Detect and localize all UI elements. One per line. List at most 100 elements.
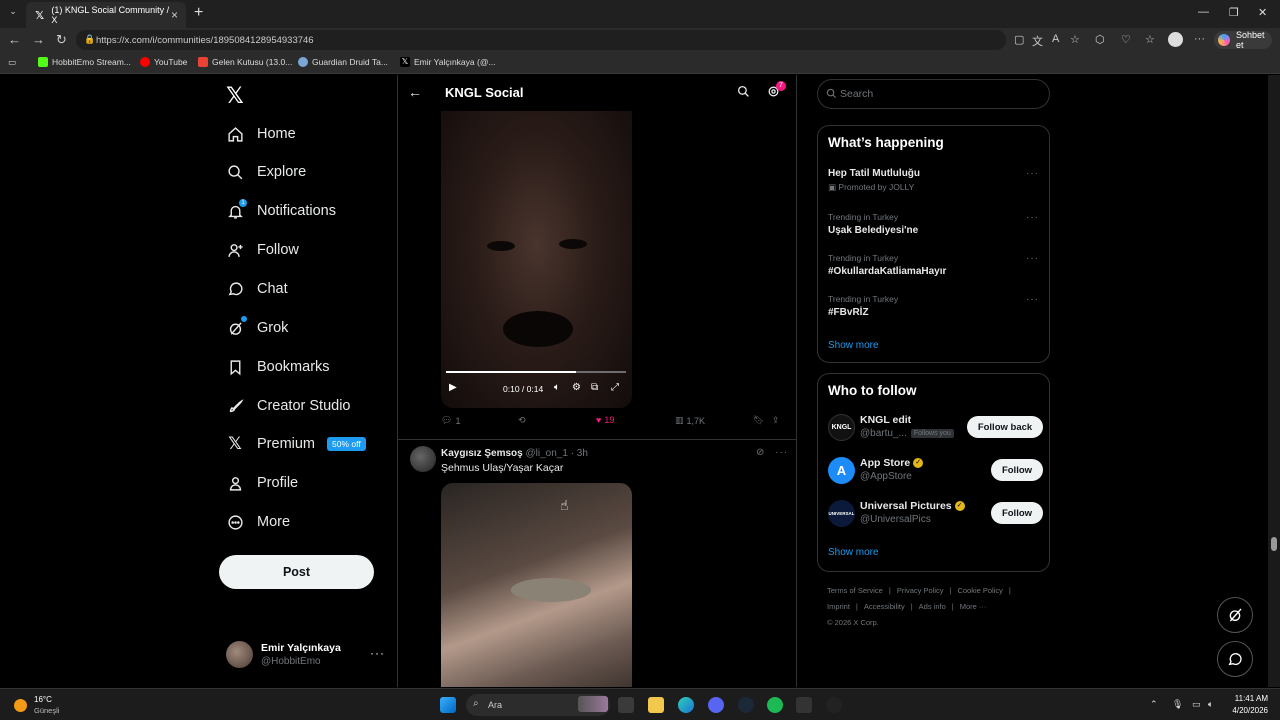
nav-notifications[interactable]: 1 Notifications [226,196,336,226]
video-player[interactable] [441,483,632,687]
bookmark-guardian-druid[interactable]: Guardian Druid Ta... [298,57,388,67]
edge-icon[interactable] [678,697,694,713]
tweet-author-handle[interactable]: @li_on_1 [526,448,568,459]
split-screen-icon[interactable]: ▢ [1014,33,1024,46]
window-close-icon[interactable]: ✕ [1258,6,1267,19]
x-logo-icon[interactable]: 𝕏 [226,83,244,109]
url-input[interactable]: https://x.com/i/communities/189508412895… [76,30,1006,50]
repost-button[interactable]: ⟲ [518,415,526,426]
browser-tab[interactable]: 𝕏 (1) KNGL Social Community / X × [26,2,186,28]
volume-icon[interactable]: 🔈︎ [554,382,560,393]
fullscreen-icon[interactable]: ⤢ [611,382,619,393]
nav-follow[interactable]: Follow [226,235,299,265]
trend-item[interactable]: Trending in Turkey #FBvRİZ ··· [828,294,1043,318]
copilot-button[interactable]: Sohbet et [1214,30,1272,50]
avatar[interactable] [410,446,436,472]
account-more-icon[interactable]: ··· [370,646,385,660]
bookmark-emir-x[interactable]: 𝕏 Emir Yalçınkaya (@... [400,57,496,67]
file-explorer-icon[interactable] [648,697,664,713]
bookmarks-toggle-icon[interactable]: ▭ [8,57,16,68]
refresh-icon[interactable]: ↻ [56,32,67,48]
follow-suggestion[interactable]: KNGL KNGL edit @bartu_... Follows you Fol… [828,413,1043,443]
follow-suggestion[interactable]: UNIVERSAL Universal Pictures ✓ @Universal… [828,499,1043,529]
post-button[interactable]: Post [219,555,374,589]
chat-fab-icon[interactable] [1217,641,1253,677]
video-settings-icon[interactable]: ⚙︎ [572,382,581,393]
reply-button[interactable]: 💬︎ 1 [441,415,460,426]
trend-more-icon[interactable]: ··· [1026,212,1039,223]
follow-suggestion[interactable]: A App Store ✓ @AppStore Follow [828,456,1043,486]
network-icon[interactable]: ▭ [1192,699,1201,710]
new-tab-icon[interactable]: + [194,4,203,22]
back-icon[interactable]: ← [8,32,21,47]
system-clock[interactable]: 11:41 AM 4/20/2026 [1224,693,1268,717]
video-progress-bar[interactable] [446,371,626,373]
bookmark-button[interactable]: 🔖︎ [753,415,764,426]
windows-start-icon[interactable] [440,697,456,713]
read-aloud-icon[interactable]: A [1052,33,1059,45]
tweet-author-name[interactable]: Kaygısız Şemsoş [441,448,523,459]
like-button[interactable]: ♥ 19 [596,415,614,425]
follow-button[interactable]: Follow [991,459,1043,481]
discord-icon[interactable] [708,697,724,713]
nav-bookmarks[interactable]: Bookmarks [226,352,330,382]
search-input[interactable]: Search [817,79,1050,109]
tab-list-chevron-icon[interactable]: ⌄ [6,6,20,20]
task-view-icon[interactable] [618,697,634,713]
tray-overflow-icon[interactable]: ⌃ [1150,699,1158,710]
views-button[interactable]: ▥ 1,7K [675,415,705,426]
show-more-trends-link[interactable]: Show more [828,340,879,351]
app-icon[interactable] [826,697,842,713]
tweet-time[interactable]: · 3h [571,448,588,459]
more-options-icon[interactable]: ··· [775,447,788,458]
nav-home[interactable]: Home [226,119,296,149]
trend-more-icon[interactable]: ··· [1026,253,1039,264]
bookmark-youtube[interactable]: YouTube [140,57,187,67]
nav-chat[interactable]: Chat [226,274,288,304]
search-icon[interactable] [737,85,750,103]
bookmark-gmail[interactable]: Gelen Kutusu (13.0... [198,57,292,67]
browser-menu-icon[interactable]: ··· [1194,33,1205,45]
nav-explore[interactable]: Explore [226,157,306,187]
account-switcher[interactable]: Emir Yalçınkaya @HobbitEmo ··· [226,640,386,670]
profile-avatar-icon[interactable] [1168,32,1183,47]
follow-back-button[interactable]: Follow back [967,416,1043,438]
restore-icon[interactable]: ❐ [1229,6,1239,19]
steam-icon[interactable] [738,697,754,713]
x-app-icon[interactable] [796,697,812,713]
bookmark-hobbitemo[interactable]: HobbitEmo Stream... [38,57,131,67]
minimize-icon[interactable]: — [1198,6,1209,18]
extensions-icon[interactable]: ⬡ [1095,33,1105,46]
trend-more-icon[interactable]: ··· [1026,168,1039,179]
follow-button[interactable]: Follow [991,502,1043,524]
play-icon[interactable]: ▶ [449,382,457,393]
spotify-icon[interactable] [767,697,783,713]
trend-item[interactable]: Trending in Turkey #OkullardaKatliamaHay… [828,253,1043,277]
video-player[interactable]: ▶ 0:10 / 0:14 🔈︎ ⚙︎ ⧉ ⤢ [441,111,632,408]
tab-close-icon[interactable]: × [171,8,178,22]
nav-premium[interactable]: 𝕏 Premium 50% off [226,429,366,459]
scrollbar-thumb[interactable] [1271,537,1277,551]
nav-more[interactable]: More [226,507,290,537]
site-info-icon[interactable]: 🔒 [84,34,95,45]
share-button[interactable]: ⇪ [772,415,780,426]
translate-icon[interactable]: 文 [1032,33,1043,49]
trend-more-icon[interactable]: ··· [1026,294,1039,305]
nav-grok[interactable]: Grok [226,313,288,343]
collections-icon[interactable]: ☆ [1145,33,1155,46]
picture-in-picture-icon[interactable]: ⧉ [591,382,598,393]
performance-icon[interactable]: ♡ [1121,33,1131,46]
forward-icon[interactable]: → [32,32,45,47]
nav-creator-studio[interactable]: Creator Studio [226,391,351,421]
trend-item[interactable]: Hep Tatil Mutluluğu ▣ Promoted by JOLLY … [828,168,1043,193]
nav-profile[interactable]: Profile [226,468,298,498]
show-more-follow-link[interactable]: Show more [828,547,879,558]
grok-fab-icon[interactable] [1217,597,1253,633]
page-scrollbar[interactable] [1268,75,1280,687]
trend-item[interactable]: Trending in Turkey Uşak Belediyesi'ne ··… [828,212,1043,236]
grok-icon[interactable]: ⊘ [756,447,764,458]
back-arrow-icon[interactable]: ← [408,84,422,100]
favorite-star-icon[interactable]: ☆ [1070,33,1080,46]
volume-icon[interactable]: 🔈︎ [1208,699,1213,710]
microphone-icon[interactable]: 🎙︎ [1172,699,1183,710]
